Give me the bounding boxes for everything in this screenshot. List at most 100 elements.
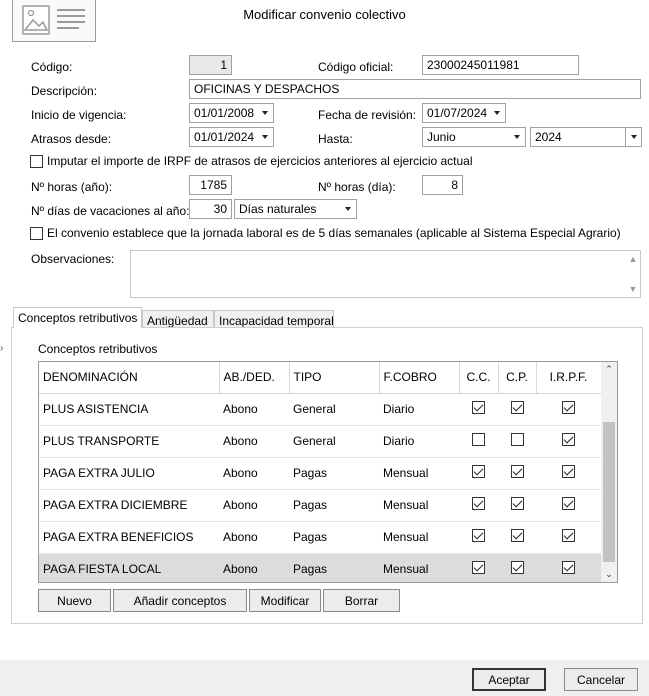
- descripcion-field[interactable]: OFICINAS Y DESPACHOS: [189, 79, 641, 99]
- col-fcobro[interactable]: F.COBRO: [379, 362, 460, 394]
- fecha-revision-date[interactable]: 01/07/2024: [422, 103, 506, 123]
- cell-cc: [459, 553, 498, 582]
- borrar-button[interactable]: Borrar: [323, 589, 400, 612]
- cp-checkbox[interactable]: [510, 497, 524, 510]
- cell-denominacion: PLUS ASISTENCIA: [39, 393, 219, 426]
- scroll-up-icon[interactable]: ▲: [629, 254, 638, 264]
- irpf-checkbox[interactable]: [562, 497, 575, 510]
- col-tipo[interactable]: TIPO: [289, 362, 380, 394]
- observaciones-scrollbar[interactable]: ▲ ▼: [626, 251, 640, 297]
- table-row[interactable]: PLUS TRANSPORTE Abono General Diario: [39, 425, 601, 458]
- dias-vacaciones-field[interactable]: 30: [189, 199, 232, 219]
- cell-fcobro: Mensual: [379, 489, 459, 522]
- cell-irpf: [536, 457, 601, 490]
- hasta-year-value: 2024: [535, 130, 562, 144]
- scroll-down-icon[interactable]: ▼: [629, 284, 638, 294]
- chevron-right-icon: ›: [0, 343, 4, 354]
- irpf-checkbox[interactable]: [562, 561, 575, 574]
- cc-checkbox[interactable]: [472, 465, 485, 478]
- col-cc[interactable]: C.C.: [459, 362, 499, 394]
- modificar-button[interactable]: Modificar: [249, 589, 321, 612]
- irpf-checkbox[interactable]: [562, 465, 575, 478]
- horas-dia-field[interactable]: 8: [422, 175, 463, 195]
- codigo-oficial-field[interactable]: 23000245011981: [422, 55, 579, 75]
- cell-cp: [498, 521, 536, 554]
- cell-denominacion: PAGA EXTRA BENEFICIOS: [39, 521, 219, 554]
- dialog-footer: [0, 660, 649, 696]
- cell-tipo: Pagas: [289, 553, 379, 582]
- cell-cc: [459, 457, 498, 490]
- horas-anio-label: Nº horas (año):: [31, 180, 113, 194]
- table-row[interactable]: PAGA EXTRA JULIO Abono Pagas Mensual: [39, 457, 601, 490]
- cc-checkbox[interactable]: [472, 529, 485, 542]
- col-cp[interactable]: C.P.: [498, 362, 537, 394]
- fecha-revision-value: 01/07/2024: [427, 106, 488, 120]
- atrasos-desde-value: 01/01/2024: [194, 130, 255, 144]
- aceptar-button[interactable]: Aceptar: [472, 668, 546, 691]
- anadir-conceptos-button[interactable]: Añadir conceptos: [113, 589, 247, 612]
- chevron-down-icon[interactable]: [509, 128, 525, 146]
- irpf-checkbox[interactable]: [562, 529, 575, 542]
- cell-denominacion: PLUS TRANSPORTE: [39, 425, 219, 458]
- cc-checkbox[interactable]: [472, 497, 485, 510]
- table-row[interactable]: PLUS ASISTENCIA Abono General Diario: [39, 393, 601, 426]
- observaciones-textarea[interactable]: ▲ ▼: [130, 250, 641, 298]
- table-row[interactable]: PAGA EXTRA BENEFICIOS Abono Pagas Mensual: [39, 521, 601, 554]
- jornada-5-dias-row[interactable]: El convenio establece que la jornada lab…: [30, 226, 621, 240]
- imputar-irpf-checkbox[interactable]: [30, 154, 43, 168]
- cell-cp: [498, 425, 536, 458]
- chevron-down-icon[interactable]: [489, 104, 505, 122]
- table-row[interactable]: PAGA FIESTA LOCAL Abono Pagas Mensual: [39, 553, 601, 582]
- scrollbar-thumb[interactable]: [603, 422, 615, 562]
- scroll-up-icon[interactable]: ⌃: [601, 364, 617, 375]
- chevron-down-icon[interactable]: [625, 128, 641, 146]
- cc-checkbox[interactable]: [472, 561, 485, 574]
- cc-checkbox[interactable]: [472, 433, 485, 446]
- irpf-checkbox[interactable]: [562, 401, 575, 414]
- horas-anio-field[interactable]: 1785: [189, 175, 232, 195]
- chevron-down-icon[interactable]: [340, 200, 356, 218]
- hasta-year-select[interactable]: 2024: [530, 127, 642, 147]
- hasta-month-value: Junio: [427, 130, 456, 144]
- cell-tipo: Pagas: [289, 489, 379, 522]
- cp-checkbox[interactable]: [510, 561, 524, 574]
- cell-cp: [498, 489, 536, 522]
- cell-irpf: [536, 393, 601, 426]
- tab-antiguedad[interactable]: Antigüedad: [142, 310, 214, 328]
- imputar-irpf-row[interactable]: Imputar el importe de IRPF de atrasos de…: [30, 154, 473, 168]
- cp-checkbox[interactable]: [510, 529, 524, 542]
- col-abded[interactable]: AB./DED.: [219, 362, 290, 394]
- cp-checkbox[interactable]: [510, 465, 524, 478]
- chevron-down-icon[interactable]: [257, 128, 273, 146]
- nuevo-button[interactable]: Nuevo: [38, 589, 111, 612]
- cell-cp: [498, 553, 536, 582]
- cell-fcobro: Diario: [379, 393, 459, 426]
- inicio-vigencia-date[interactable]: 01/01/2008: [189, 103, 274, 123]
- cell-abded: Abono: [219, 489, 289, 522]
- cell-tipo: Pagas: [289, 521, 379, 554]
- table-row[interactable]: PAGA EXTRA DICIEMBRE Abono Pagas Mensual: [39, 489, 601, 522]
- table-scrollbar[interactable]: ⌃ ⌄: [601, 362, 617, 582]
- cell-tipo: General: [289, 393, 379, 426]
- dias-vacaciones-type-select[interactable]: Días naturales: [234, 199, 357, 219]
- inicio-vigencia-label: Inicio de vigencia:: [31, 108, 127, 122]
- hasta-month-select[interactable]: Junio: [422, 127, 526, 147]
- chevron-down-icon[interactable]: [257, 104, 273, 122]
- scroll-down-icon[interactable]: ⌄: [601, 569, 617, 580]
- cc-checkbox[interactable]: [472, 401, 485, 414]
- cell-cc: [459, 393, 498, 426]
- cell-abded: Abono: [219, 393, 289, 426]
- jornada-5-dias-checkbox[interactable]: [30, 226, 43, 240]
- cp-checkbox[interactable]: [510, 433, 524, 446]
- atrasos-desde-date[interactable]: 01/01/2024: [189, 127, 274, 147]
- tab-incapacidad-temporal[interactable]: Incapacidad temporal: [214, 310, 334, 328]
- cancelar-button[interactable]: Cancelar: [564, 668, 638, 691]
- window-title: Modificar convenio colectivo: [243, 7, 406, 22]
- codigo-field[interactable]: 1: [189, 55, 232, 75]
- cp-checkbox[interactable]: [510, 401, 524, 414]
- irpf-checkbox[interactable]: [562, 433, 575, 446]
- tab-conceptos-retributivos[interactable]: Conceptos retributivos: [13, 307, 142, 328]
- cell-abded: Abono: [219, 553, 289, 582]
- col-irpf[interactable]: I.R.P.F.: [536, 362, 602, 394]
- col-denominacion[interactable]: DENOMINACIÓN: [39, 362, 220, 394]
